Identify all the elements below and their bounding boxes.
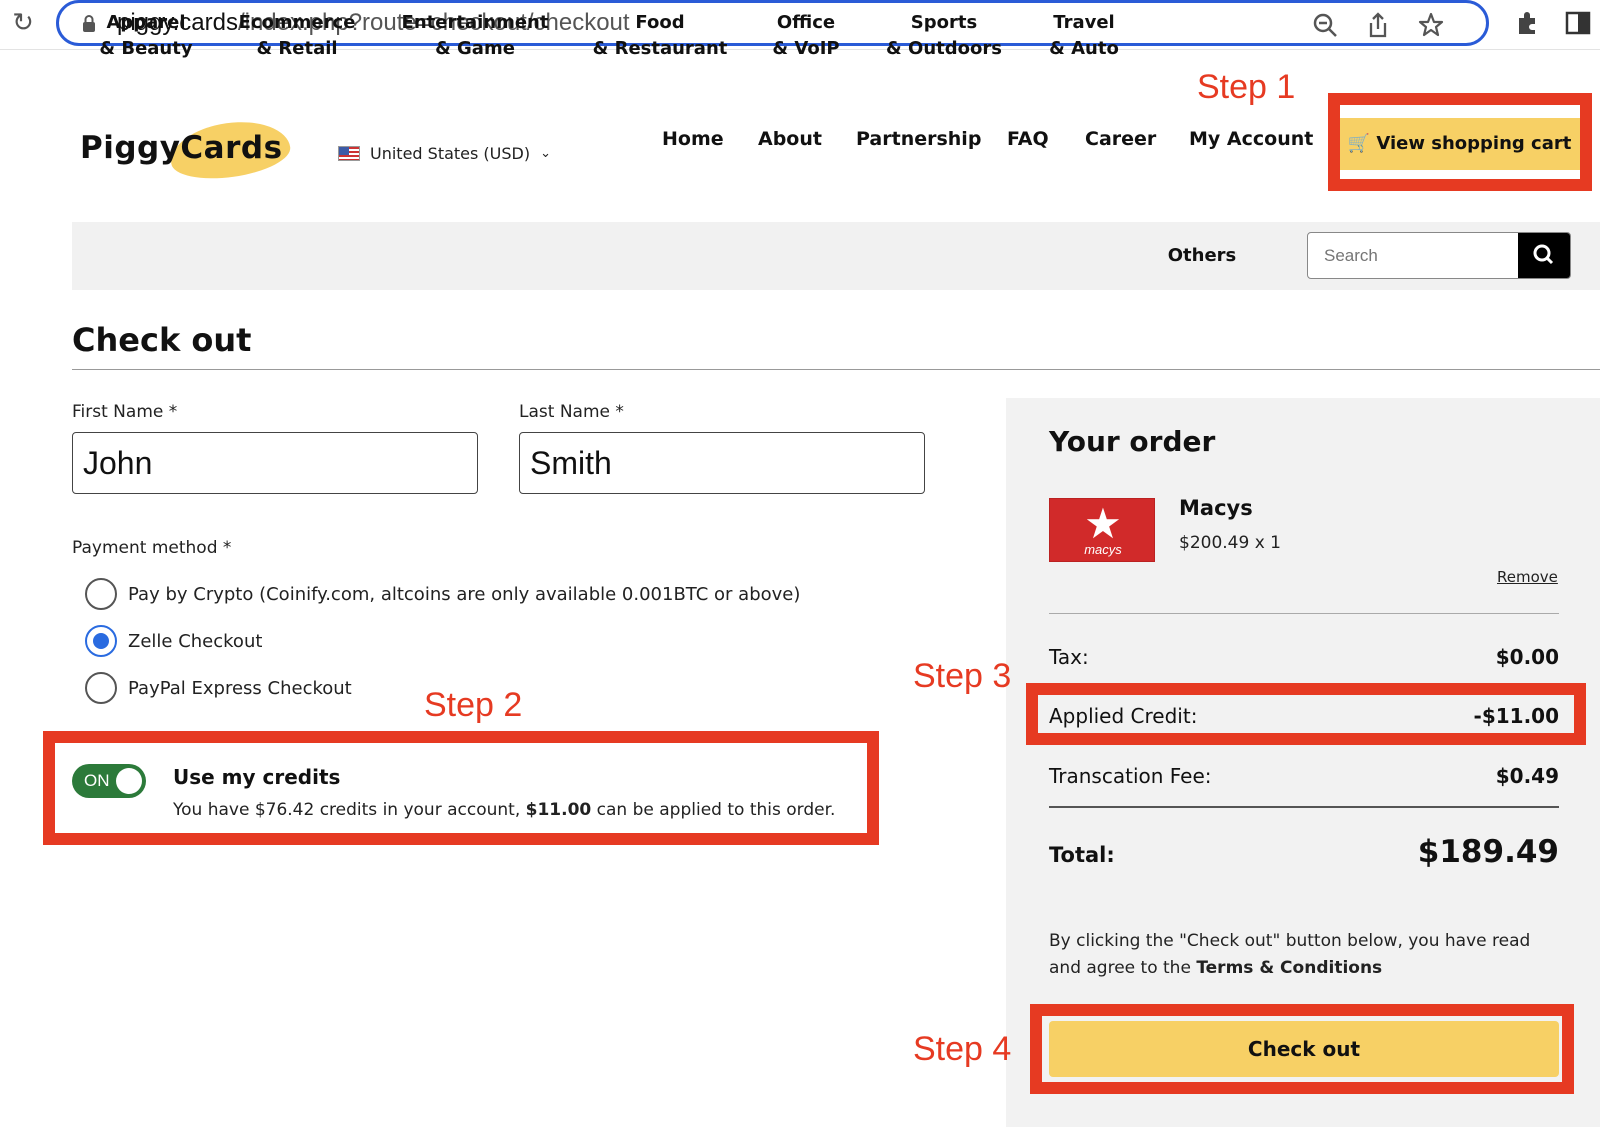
payment-option-label: Zelle Checkout — [128, 630, 263, 652]
payment-method-label: Payment method * — [72, 538, 232, 558]
view-cart-label: View shopping cart — [1376, 133, 1572, 154]
search-input[interactable] — [1308, 233, 1519, 278]
search-button[interactable] — [1518, 233, 1570, 278]
category-line2: & Beauty — [99, 38, 193, 59]
transaction-fee-value: $0.49 — [1495, 764, 1559, 788]
extensions-icon[interactable] — [1513, 8, 1543, 38]
currency-label: United States (USD) — [370, 144, 531, 163]
payment-option-zelle[interactable]: Zelle Checkout — [85, 625, 262, 657]
product-name: Macys — [1179, 496, 1253, 520]
radio-button-selected[interactable] — [85, 625, 117, 657]
nav-about[interactable]: About — [758, 128, 822, 150]
transaction-fee-label: Transcation Fee: — [1049, 764, 1212, 788]
gift-card-brand: macys — [1084, 542, 1122, 557]
radio-button[interactable] — [85, 578, 117, 610]
payment-option-crypto[interactable]: Pay by Crypto (Coinify.com, altcoins are… — [85, 578, 800, 610]
credits-highlight-box — [43, 731, 879, 845]
use-credits-title: Use my credits — [173, 765, 341, 789]
share-icon[interactable] — [1364, 11, 1392, 39]
category-office[interactable]: Office & VoIP — [772, 10, 839, 62]
currency-selector[interactable]: United States (USD) ⌄ — [338, 144, 551, 163]
logo-text: PiggyCards — [80, 130, 283, 166]
category-line2: & VoIP — [772, 38, 840, 59]
macys-gift-card-image: ★ macys — [1049, 498, 1155, 562]
category-line1: Office — [776, 12, 836, 33]
category-line1: Ecommerce — [238, 12, 356, 33]
nav-career[interactable]: Career — [1085, 128, 1156, 150]
piggycards-logo[interactable]: PiggyCards — [80, 114, 294, 186]
payment-option-paypal[interactable]: PayPal Express Checkout — [85, 672, 352, 704]
category-line1: Sports — [910, 12, 978, 33]
credits-description: You have $76.42 credits in your account,… — [173, 800, 835, 820]
order-divider — [1049, 613, 1559, 614]
page-title: Check out — [72, 321, 252, 359]
applied-credit-value: -$11.00 — [1473, 704, 1559, 728]
category-line2: & Game — [435, 38, 515, 59]
credits-desc-prefix: You have $76.42 credits in your account, — [173, 800, 521, 820]
product-price: $200.49 x 1 — [1179, 533, 1281, 553]
lock-icon — [83, 15, 95, 32]
search-icon — [1533, 244, 1554, 265]
applied-credit-label: Applied Credit: — [1049, 704, 1198, 728]
payment-option-label: Pay by Crypto (Coinify.com, altcoins are… — [128, 583, 801, 605]
star-icon: ★ — [1084, 499, 1122, 548]
total-value: $189.49 — [1417, 834, 1559, 870]
first-name-field[interactable] — [72, 432, 478, 494]
category-line1: Apparel — [106, 12, 186, 33]
category-line1: Entertainment — [401, 12, 549, 33]
title-divider — [72, 369, 1600, 370]
toggle-knob — [116, 768, 142, 794]
category-line1: Food — [635, 12, 685, 33]
category-food[interactable]: Food & Restaurant — [593, 10, 728, 62]
step-3-annotation: Step 3 — [913, 657, 1012, 695]
reload-icon[interactable]: ↻ — [8, 8, 38, 38]
category-line2: & Retail — [256, 38, 338, 59]
step-2-annotation: Step 2 — [424, 686, 523, 724]
credits-amount: $11.00 — [525, 800, 592, 820]
nav-faq[interactable]: FAQ — [1007, 128, 1049, 150]
terms-notice: By clicking the "Check out" button below… — [1049, 928, 1559, 982]
category-entertainment[interactable]: Entertainment & Game — [402, 10, 549, 62]
category-sports[interactable]: Sports & Outdoors — [886, 10, 1002, 62]
view-cart-button[interactable]: 🛒 View shopping cart — [1339, 118, 1580, 170]
cart-icon: 🛒 — [1347, 133, 1371, 154]
category-apparel[interactable]: Apparel & Beauty — [99, 10, 192, 62]
category-travel[interactable]: Travel & Auto — [1049, 10, 1119, 62]
category-line1: Travel — [1053, 12, 1115, 33]
category-line1: Others — [1167, 245, 1237, 266]
remove-link[interactable]: Remove — [1497, 568, 1558, 586]
nav-home[interactable]: Home — [662, 128, 724, 150]
url-text: piggy.cards/index.php?route=checkout/che… — [117, 9, 630, 36]
zoom-out-icon[interactable] — [1311, 11, 1339, 39]
search-box — [1307, 232, 1571, 279]
category-ecommerce[interactable]: Ecommerce & Retail — [239, 10, 356, 62]
tax-value: $0.00 — [1495, 645, 1559, 669]
category-line2: & Restaurant — [592, 38, 728, 59]
us-flag-icon — [338, 146, 360, 161]
toggle-state-label: ON — [84, 771, 110, 790]
sidebar-icon[interactable] — [1563, 8, 1593, 38]
chevron-down-icon: ⌄ — [540, 146, 552, 161]
last-name-label: Last Name * — [519, 402, 624, 422]
step-1-annotation: Step 1 — [1197, 68, 1296, 106]
nav-my-account[interactable]: My Account — [1189, 128, 1313, 150]
category-line2: & Outdoors — [886, 38, 1002, 59]
payment-option-label: PayPal Express Checkout — [128, 677, 352, 699]
radio-button[interactable] — [85, 672, 117, 704]
total-label: Total: — [1049, 843, 1115, 867]
step-4-annotation: Step 4 — [913, 1030, 1012, 1068]
first-name-label: First Name * — [72, 402, 178, 422]
category-others[interactable]: Others — [1168, 243, 1237, 269]
last-name-field[interactable] — [519, 432, 925, 494]
credits-desc-suffix: can be applied to this order. — [596, 800, 836, 820]
checkout-button[interactable]: Check out — [1049, 1021, 1559, 1077]
bookmark-star-icon[interactable] — [1417, 11, 1445, 39]
nav-partnership[interactable]: Partnership — [856, 128, 981, 150]
use-credits-toggle[interactable]: ON — [72, 764, 146, 798]
tax-label: Tax: — [1049, 645, 1089, 669]
category-line2: & Auto — [1049, 38, 1119, 59]
total-divider — [1049, 806, 1559, 808]
order-title: Your order — [1049, 425, 1216, 458]
terms-link[interactable]: Terms & Conditions — [1196, 958, 1382, 978]
